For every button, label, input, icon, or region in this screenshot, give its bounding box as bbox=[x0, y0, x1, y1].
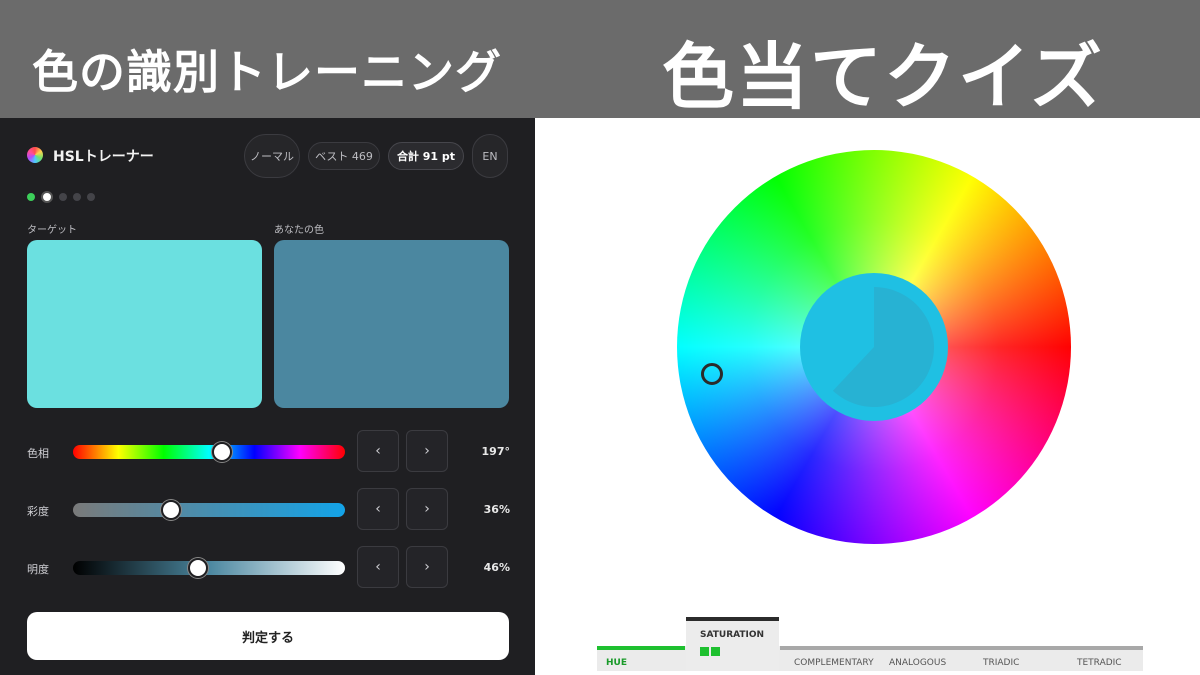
your-color-swatch bbox=[274, 240, 509, 408]
saturation-slider[interactable] bbox=[73, 500, 345, 520]
banner: 色の識別トレーニング 色当てクイズ bbox=[0, 0, 1200, 119]
timer-pie-segment bbox=[832, 287, 934, 407]
mode-tab-complementary[interactable]: COMPLEMENTARY bbox=[794, 658, 874, 668]
saturation-slider-handle[interactable] bbox=[160, 500, 181, 520]
mode-tab-tetradic[interactable]: TETRADIC bbox=[1077, 658, 1122, 668]
your-color-label: あなたの色 bbox=[274, 225, 324, 236]
mode-tab-hue[interactable]: HUE bbox=[606, 658, 627, 668]
hue-increment-button[interactable]: › bbox=[406, 430, 448, 472]
banner-title: 色の識別トレーニング bbox=[32, 45, 502, 99]
mode-tab-saturation[interactable]: SATURATION bbox=[686, 617, 779, 671]
progress-dot bbox=[73, 193, 81, 201]
lightness-slider-handle[interactable] bbox=[188, 558, 209, 578]
hue-decrement-button[interactable]: ‹ bbox=[357, 430, 399, 472]
lightness-decrement-button[interactable]: ‹ bbox=[357, 546, 399, 588]
wheel-center-disc bbox=[800, 273, 948, 421]
target-swatch bbox=[27, 240, 262, 408]
best-score-badge: ベスト 469 bbox=[308, 142, 380, 170]
mode-button[interactable]: ノーマル bbox=[244, 134, 300, 178]
progress-dot bbox=[87, 193, 95, 201]
trainer-panel: HSLトレーナー ノーマル ベスト 469 合計 91 pt EN ターゲット … bbox=[0, 118, 535, 675]
lightness-increment-button[interactable]: › bbox=[406, 546, 448, 588]
progress-dot bbox=[59, 193, 67, 201]
mode-progress-square bbox=[711, 647, 720, 656]
color-wheel-icon bbox=[27, 147, 43, 163]
mode-tab-triadic[interactable]: TRIADIC bbox=[983, 658, 1019, 668]
lightness-label: 明度 bbox=[27, 563, 49, 576]
lightness-value: 46% bbox=[483, 561, 510, 574]
saturation-label: 彩度 bbox=[27, 505, 49, 518]
mode-bar-divider bbox=[780, 646, 1143, 650]
mode-bar-progress bbox=[597, 646, 685, 650]
app-title: HSLトレーナー bbox=[53, 149, 154, 165]
saturation-decrement-button[interactable]: ‹ bbox=[357, 488, 399, 530]
progress-dot bbox=[27, 193, 35, 201]
color-wheel-area bbox=[535, 118, 1200, 675]
mode-tab-saturation-label: SATURATION bbox=[700, 630, 765, 640]
hue-slider[interactable] bbox=[73, 442, 345, 462]
wheel-picker-marker[interactable] bbox=[701, 363, 723, 385]
target-label: ターゲット bbox=[27, 225, 77, 236]
hue-value: 197° bbox=[481, 445, 510, 458]
lightness-slider[interactable] bbox=[73, 558, 345, 578]
timer-pie bbox=[832, 287, 934, 407]
progress-dot-current bbox=[41, 191, 53, 203]
saturation-increment-button[interactable]: › bbox=[406, 488, 448, 530]
hue-label: 色相 bbox=[27, 447, 49, 460]
saturation-value: 36% bbox=[483, 503, 510, 516]
submit-button[interactable]: 判定する bbox=[27, 612, 509, 660]
progress-dots bbox=[27, 191, 95, 203]
banner-title-big: 色当てクイズ bbox=[662, 34, 1104, 119]
mode-progress-square bbox=[700, 647, 709, 656]
mode-tab-analogous[interactable]: ANALOGOUS bbox=[889, 658, 946, 668]
language-toggle-button[interactable]: EN bbox=[472, 134, 508, 178]
total-score-badge: 合計 91 pt bbox=[388, 142, 464, 170]
hue-slider-handle[interactable] bbox=[211, 442, 232, 462]
